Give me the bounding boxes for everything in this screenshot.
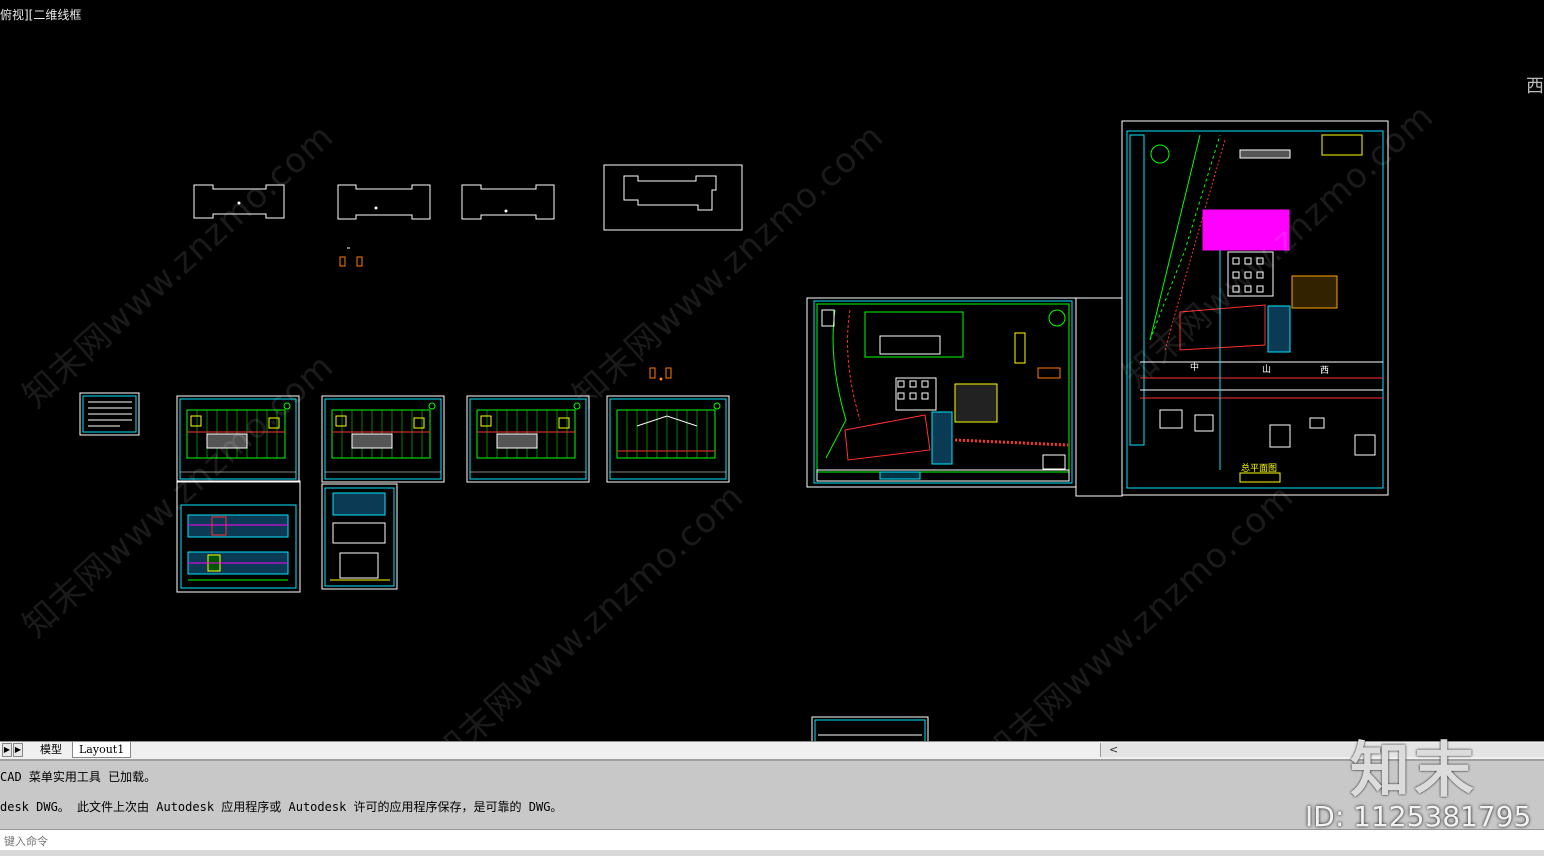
command-input[interactable] <box>0 833 608 850</box>
partial-sheet-bottom <box>811 716 929 741</box>
floor-plan-sheet-2 <box>321 395 445 483</box>
tab-nav-buttons: ▶ ▶ <box>2 743 23 757</box>
building-outline-3 <box>461 184 555 220</box>
floor-plan-sheet-3 <box>466 395 590 483</box>
road-label-3: 西 <box>1320 365 1329 376</box>
command-history-line-1: CAD 菜单实用工具 已加载。 <box>0 770 157 784</box>
model-viewport[interactable]: 俯视][二维线框 西 总平面图 中 山 西 知末网www.znzmo.com 知… <box>0 0 1544 741</box>
legend-sheet <box>79 392 140 436</box>
elevation-sheet-2 <box>321 483 398 590</box>
scroll-left-icon[interactable]: < <box>1109 743 1118 757</box>
site-plan-sheet <box>806 297 1077 488</box>
building-outline-4 <box>603 164 743 231</box>
floor-plan-sheet-4 <box>606 395 730 483</box>
marker-pair-2 <box>649 367 672 381</box>
brand-logo: 知末 <box>1350 736 1478 806</box>
layout-tab-bar: ▶ ▶ 模型 Layout1 < <box>0 741 1544 759</box>
tab-nav-next-icon[interactable]: ▶ <box>13 743 23 757</box>
status-bar <box>0 850 1544 856</box>
marker-pair-1 <box>339 247 363 267</box>
brand-id: ID: 1125381795 <box>1305 800 1532 833</box>
cad-drawing-canvas[interactable]: 总平面图 中 山 西 <box>0 0 1544 741</box>
road-label-2: 山 <box>1262 364 1271 375</box>
tab-nav-prev-icon[interactable]: ▶ <box>2 743 12 757</box>
tab-layout1[interactable]: Layout1 <box>72 742 132 758</box>
command-history-line-2: desk DWG。 此文件上次由 Autodesk 应用程序或 Autodesk… <box>0 800 563 814</box>
road-label-1: 中 <box>1190 361 1199 373</box>
tab-model[interactable]: 模型 <box>34 742 68 757</box>
building-outline-2 <box>337 184 431 220</box>
